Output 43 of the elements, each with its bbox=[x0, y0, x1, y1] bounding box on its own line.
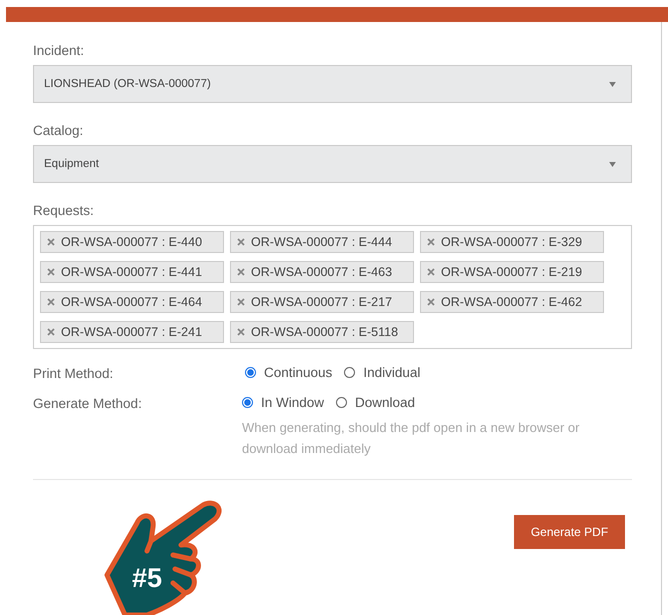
remove-icon[interactable] bbox=[427, 268, 435, 276]
tag-label: OR-WSA-000077 : E-462 bbox=[441, 295, 582, 309]
radio-label[interactable]: In Window bbox=[261, 395, 324, 410]
step-number: #5 bbox=[132, 563, 162, 594]
dropdown[interactable]: LIONSHEAD (OR-WSA-000077) bbox=[33, 65, 632, 103]
remove-icon[interactable] bbox=[237, 328, 245, 336]
tag-label: OR-WSA-000077 : E-5118 bbox=[251, 325, 398, 339]
field-label: Incident: bbox=[33, 43, 86, 58]
radio-label[interactable]: Download bbox=[355, 395, 416, 410]
field-label: Print Method: bbox=[33, 365, 114, 381]
field-label: Requests: bbox=[33, 203, 95, 218]
help-text: When generating, should the pdf open in a new browser or download immediately bbox=[242, 419, 580, 458]
tag-label: OR-WSA-000077 : E-440 bbox=[61, 235, 202, 249]
radio-label[interactable]: Individual bbox=[363, 365, 420, 380]
caret-icon bbox=[609, 162, 616, 166]
caret-icon bbox=[609, 82, 616, 86]
tag-label: OR-WSA-000077 : E-463 bbox=[251, 265, 392, 279]
tag-label: OR-WSA-000077 : E-464 bbox=[61, 295, 202, 309]
radio-button[interactable] bbox=[344, 367, 356, 378]
field-label: Generate Method: bbox=[33, 395, 143, 413]
field-label: Catalog: bbox=[33, 123, 84, 138]
radio-button[interactable] bbox=[336, 397, 348, 408]
remove-icon[interactable] bbox=[237, 268, 245, 276]
generate-pdf-button[interactable]: Generate PDF bbox=[514, 515, 625, 549]
remove-icon[interactable] bbox=[237, 238, 245, 246]
tag-label: OR-WSA-000077 : E-241 bbox=[61, 325, 202, 339]
remove-icon[interactable] bbox=[47, 298, 55, 306]
dropdown[interactable]: Equipment bbox=[33, 145, 632, 183]
tag-label: OR-WSA-000077 : E-444 bbox=[251, 235, 392, 249]
remove-icon[interactable] bbox=[427, 238, 435, 246]
radio-button[interactable] bbox=[245, 367, 256, 378]
remove-icon[interactable] bbox=[47, 328, 55, 336]
multi-select-field[interactable] bbox=[33, 225, 632, 349]
remove-icon[interactable] bbox=[47, 238, 55, 246]
tag-label: OR-WSA-000077 : E-217 bbox=[251, 295, 392, 309]
tag-label: OR-WSA-000077 : E-329 bbox=[441, 235, 582, 249]
tag-label: OR-WSA-000077 : E-441 bbox=[61, 265, 202, 279]
radio-label[interactable]: Continuous bbox=[264, 365, 332, 380]
radio-button[interactable] bbox=[242, 397, 253, 408]
remove-icon[interactable] bbox=[47, 268, 55, 276]
remove-icon[interactable] bbox=[237, 298, 245, 306]
tag-label: OR-WSA-000077 : E-219 bbox=[441, 265, 582, 279]
remove-icon[interactable] bbox=[427, 298, 435, 306]
